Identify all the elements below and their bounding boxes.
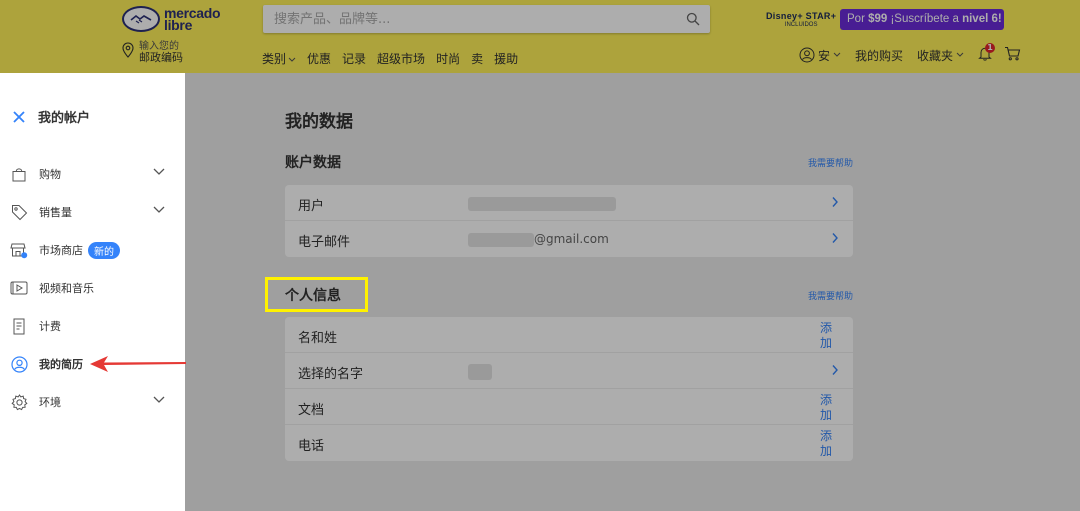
mercadolibre-logo[interactable]: mercado libre: [122, 6, 221, 32]
page-title: 我的数据: [285, 112, 353, 132]
disney-included-text: INCLUIDOS: [784, 22, 818, 28]
promo-mid: ¡Suscríbete a: [887, 13, 963, 25]
search-bar: [263, 5, 939, 33]
user-name: 安: [818, 48, 831, 63]
sidebar-item-market-store[interactable]: 市场商店 新的: [10, 238, 175, 262]
user-menu[interactable]: 安: [799, 47, 841, 64]
media-icon: [10, 279, 28, 297]
subscription-promo-banner[interactable]: Por $99 ¡Suscríbete a nivel 6!: [840, 9, 1004, 30]
add-link[interactable]: 添加: [819, 429, 833, 459]
row-label: 选择的名字: [298, 367, 364, 382]
row-label: 电子邮件: [298, 235, 351, 250]
annotation-arrow-icon: [90, 356, 186, 372]
add-link[interactable]: 添加: [819, 393, 833, 423]
nav-supermarket[interactable]: 超级市场: [377, 50, 425, 67]
sidebar-item-label: 购物: [39, 168, 61, 181]
user-avatar-icon: [799, 47, 815, 63]
sidebar-item-label: 销售量: [39, 206, 72, 219]
chevron-down-icon: [153, 206, 165, 213]
chevron-right-icon: [832, 365, 838, 375]
personal-row-phone[interactable]: 电话 添加: [285, 425, 853, 461]
close-icon[interactable]: [12, 110, 26, 124]
promo-level: nivel 6!: [962, 13, 1002, 25]
nav-history[interactable]: 记录: [342, 50, 366, 67]
nav-offers[interactable]: 优惠: [307, 50, 331, 67]
top-header: mercado libre 输入您的 邮政编码 类别 优惠 记录 超级市场 时尚…: [0, 0, 1080, 73]
favorites-label: 收藏夹: [917, 48, 954, 63]
category-nav: 类别 优惠 记录 超级市场 时尚 卖 援助: [262, 50, 518, 67]
sidebar-item-shopping[interactable]: 购物: [10, 162, 175, 186]
sidebar-item-billing[interactable]: 计费: [10, 314, 175, 338]
chevron-right-icon: [832, 233, 838, 243]
receipt-icon: [10, 317, 28, 335]
personal-help-link[interactable]: 我需要帮助: [808, 289, 853, 302]
handshake-icon: [122, 6, 160, 32]
cart-icon[interactable]: [1004, 46, 1021, 64]
new-badge: 新的: [88, 241, 120, 259]
promo-price: $99: [868, 13, 888, 25]
account-row-user[interactable]: 用户: [285, 185, 853, 221]
location-zip: 邮政编码: [139, 51, 183, 64]
email-domain: @gmail.com: [534, 232, 609, 246]
highlight-box: [265, 277, 368, 312]
account-sidebar: 我的帐户 购物 销售量 市场商店 新的 视频和音乐 计费 我的简历 环境: [0, 73, 185, 511]
personal-row-full-name[interactable]: 名和姓 添加: [285, 317, 853, 353]
nav-fashion[interactable]: 时尚: [436, 50, 460, 67]
sidebar-item-label: 我的简历: [39, 358, 83, 371]
nav-sell[interactable]: 卖: [471, 50, 483, 67]
chosen-name-value: [468, 364, 492, 380]
sidebar-item-label: 市场商店: [39, 244, 83, 257]
chevron-down-icon: [956, 52, 964, 57]
notification-count-badge: 1: [985, 43, 996, 53]
account-data-card: 用户 电子邮件 @gmail.com: [285, 185, 853, 257]
sidebar-item-sales[interactable]: 销售量: [10, 200, 175, 224]
account-row-email[interactable]: 电子邮件 @gmail.com: [285, 221, 853, 257]
shopping-bag-icon: [10, 165, 28, 183]
add-link[interactable]: 添加: [819, 321, 833, 351]
sidebar-item-label: 计费: [39, 320, 61, 333]
personal-row-chosen-name[interactable]: 选择的名字: [285, 353, 853, 389]
search-input[interactable]: [263, 5, 663, 33]
sidebar-item-label: 视频和音乐: [39, 282, 94, 295]
username-value: [468, 196, 616, 211]
sidebar-item-video-music[interactable]: 视频和音乐: [10, 276, 175, 300]
row-label: 用户: [298, 199, 325, 214]
my-purchases-link[interactable]: 我的购买: [855, 47, 903, 64]
row-label: 文档: [298, 403, 325, 418]
location-selector[interactable]: 输入您的 邮政编码: [122, 41, 183, 63]
nav-categories[interactable]: 类别: [262, 50, 296, 67]
sidebar-item-label: 环境: [39, 396, 61, 409]
disney-star-logo[interactable]: Disney+ STAR+ INCLUIDOS: [766, 11, 836, 28]
personal-row-document[interactable]: 文档 添加: [285, 389, 853, 425]
tag-icon: [10, 203, 28, 221]
row-label: 名和姓: [298, 331, 338, 346]
disney-logo-text: Disney+ STAR+: [766, 11, 837, 21]
user-nav: 安 我的购买 收藏夹 1: [799, 43, 1021, 64]
sidebar-header: 我的帐户: [12, 107, 90, 126]
store-icon: [10, 241, 28, 259]
sidebar-title: 我的帐户: [38, 111, 91, 126]
favorites-menu[interactable]: 收藏夹: [917, 47, 964, 64]
chevron-down-icon: [153, 168, 165, 175]
location-pin-icon: [122, 42, 134, 58]
profile-icon: [10, 355, 28, 373]
logo-text: mercado libre: [164, 6, 221, 32]
row-label: 电话: [298, 439, 325, 454]
account-data-title: 账户数据: [285, 155, 341, 171]
email-value: @gmail.com: [468, 232, 609, 247]
chevron-down-icon: [833, 52, 841, 57]
account-help-link[interactable]: 我需要帮助: [808, 156, 853, 169]
gear-icon: [10, 393, 28, 411]
promo-pre: Por: [847, 13, 869, 25]
sidebar-item-settings[interactable]: 环境: [10, 390, 175, 414]
notifications-button[interactable]: 1: [978, 43, 996, 64]
chevron-down-icon: [288, 57, 296, 62]
chevron-right-icon: [832, 197, 838, 207]
chevron-down-icon: [153, 396, 165, 403]
search-icon[interactable]: [686, 11, 700, 30]
personal-info-card: 名和姓 添加 选择的名字 文档 添加 电话 添加: [285, 317, 853, 461]
nav-help[interactable]: 援助: [494, 50, 518, 67]
nav-categories-label: 类别: [262, 52, 287, 66]
